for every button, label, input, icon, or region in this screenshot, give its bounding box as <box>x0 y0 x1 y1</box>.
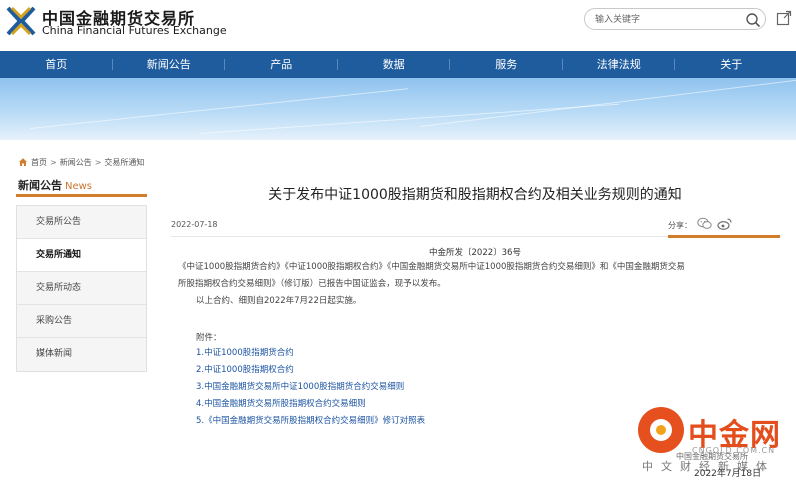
sidebar-item-updates[interactable]: 交易所动态 <box>17 272 146 305</box>
sidebar-item-announcements[interactable]: 交易所公告 <box>17 206 146 239</box>
nav-item-about[interactable]: 关于 <box>675 51 788 78</box>
sidebar-menu: 交易所公告 交易所通知 交易所动态 采购公告 媒体新闻 <box>16 205 147 372</box>
attachment-link-2[interactable]: 2.中证1000股指期权合约 <box>196 363 294 375</box>
body-paragraph-2: 以上合约、细则自2022年7月22日起实施。 <box>196 296 362 306</box>
wechat-icon[interactable] <box>697 217 712 230</box>
body-paragraph-1: 《中证1000股指期货合约》《中证1000股指期权合约》《中国金融期货交易所中证… <box>178 262 685 272</box>
attachment-link-4[interactable]: 4.中国金融期货交易所股指期权合约交易细则 <box>196 397 366 409</box>
share-label: 分享： <box>668 221 692 230</box>
search-box <box>584 8 766 30</box>
hero-banner <box>0 78 796 140</box>
sidebar-item-procurement[interactable]: 采购公告 <box>17 305 146 338</box>
attachments-label: 附件： <box>196 333 222 343</box>
sidebar-title-underline <box>16 194 147 197</box>
signature-date: 2022年7月18日 <box>694 469 762 479</box>
nav-item-home[interactable]: 首页 <box>0 51 113 78</box>
breadcrumb-separator: > <box>50 157 57 167</box>
body-paragraph-1-cont: 所股指期权合约交易细则》（修订版）已报告中国证监会，现予以发布。 <box>178 279 446 289</box>
nav-item-products[interactable]: 产品 <box>225 51 338 78</box>
cffex-logo-icon[interactable] <box>6 6 36 36</box>
sidebar-item-notices[interactable]: 交易所通知 <box>17 239 146 272</box>
share-accent-bar <box>668 235 780 238</box>
watermark-logo-dot <box>656 425 666 435</box>
breadcrumb: 首页 > 新闻公告 > 交易所通知 <box>18 156 144 168</box>
home-icon <box>19 158 27 166</box>
nav-item-services[interactable]: 服务 <box>450 51 563 78</box>
sidebar-title-cn: 新闻公告 <box>18 179 62 192</box>
document-number: 中金所发〔2022〕36号 <box>429 248 521 258</box>
attachment-link-1[interactable]: 1.中证1000股指期货合约 <box>196 346 294 358</box>
sidebar-title: 新闻公告 News <box>18 177 92 193</box>
sidebar-title-en: News <box>65 181 93 192</box>
nav-item-news[interactable]: 新闻公告 <box>113 51 226 78</box>
nav-item-data[interactable]: 数据 <box>338 51 451 78</box>
main-nav: 首页 新闻公告 产品 数据 服务 法律法规 关于 <box>0 51 796 78</box>
nav-item-laws[interactable]: 法律法规 <box>563 51 676 78</box>
logo-title-en[interactable]: China Financial Futures Exchange <box>42 24 227 37</box>
site-header: 中国金融期货交易所 China Financial Futures Exchan… <box>0 0 796 50</box>
search-icon[interactable] <box>745 12 761 28</box>
breadcrumb-home[interactable]: 首页 <box>31 157 47 168</box>
article-date: 2022-07-18 <box>171 220 218 229</box>
attachment-link-3[interactable]: 3.中国金融期货交易所中证1000股指期货合约交易细则 <box>196 380 404 392</box>
breadcrumb-current[interactable]: 交易所通知 <box>104 157 144 168</box>
search-input[interactable] <box>595 12 735 27</box>
banner-decoration <box>419 79 796 127</box>
article-title: 关于发布中证1000股指期货和股指期权合约及相关业务规则的通知 <box>268 187 682 203</box>
breadcrumb-news[interactable]: 新闻公告 <box>60 157 92 168</box>
breadcrumb-separator: > <box>94 157 102 167</box>
weibo-icon[interactable] <box>717 217 732 230</box>
external-link-icon[interactable] <box>776 10 792 26</box>
attachment-link-5[interactable]: 5.《中国金融期货交易所股指期权合约交易细则》修订对照表 <box>196 414 425 426</box>
sidebar-item-media[interactable]: 媒体新闻 <box>17 338 146 371</box>
watermark-domain: CNGOLD.COM.CN <box>692 446 776 455</box>
